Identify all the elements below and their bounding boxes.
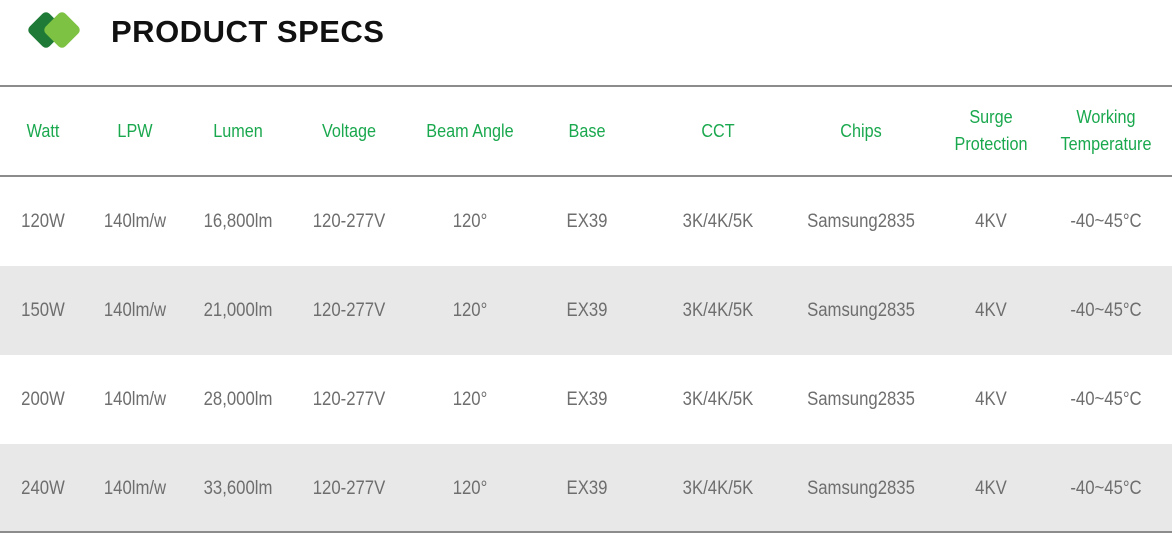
- table-cell-lumen: 28,000lm: [203, 388, 273, 410]
- table-cell-base: EX39: [566, 477, 608, 499]
- table-cell-lumen: 21,000lm: [203, 299, 273, 321]
- table-cell-beam-angle: 120°: [452, 299, 488, 321]
- green-diamond-logo-icon: [28, 12, 80, 48]
- table-cell-working-temperature: -40~45°C: [1070, 388, 1142, 410]
- table-cell-watt: 240W: [21, 477, 65, 499]
- table-cell-chips: Samsung2835: [807, 477, 915, 499]
- column-header-chips: Chips: [840, 120, 882, 141]
- page-title: PRODUCT SPECS: [111, 14, 385, 49]
- table-cell-beam-angle: 120°: [452, 210, 488, 232]
- column-header-beam-angle: Beam Angle: [426, 120, 514, 141]
- column-header-lumen: Lumen: [213, 120, 263, 141]
- table-cell-watt: 150W: [21, 299, 65, 321]
- table-cell-lumen: 33,600lm: [203, 477, 273, 499]
- column-header-base: Base: [568, 120, 606, 141]
- table-cell-cct: 3K/4K/5K: [682, 299, 754, 321]
- table-cell-cct: 3K/4K/5K: [682, 210, 754, 232]
- table-row: 200W 140lm/w 28,000lm 120-277V 120° EX39…: [0, 355, 1172, 444]
- table-cell-lpw: 140lm/w: [103, 299, 167, 321]
- table-cell-voltage: 120-277V: [312, 299, 386, 321]
- table-cell-cct: 3K/4K/5K: [682, 477, 754, 499]
- table-cell-lumen: 16,800lm: [203, 210, 273, 232]
- table-cell-base: EX39: [566, 299, 608, 321]
- table-cell-surge-protection: 4KV: [975, 477, 1007, 499]
- table-row: 120W 140lm/w 16,800lm 120-277V 120° EX39…: [0, 177, 1172, 266]
- column-header-watt: Watt: [26, 120, 60, 141]
- table-cell-surge-protection: 4KV: [975, 299, 1007, 321]
- table-cell-chips: Samsung2835: [807, 299, 915, 321]
- table-cell-watt: 200W: [21, 388, 65, 410]
- table-cell-surge-protection: 4KV: [975, 388, 1007, 410]
- column-header-lpw: LPW: [117, 120, 153, 141]
- table-cell-working-temperature: -40~45°C: [1070, 210, 1142, 232]
- table-cell-chips: Samsung2835: [807, 388, 915, 410]
- table-cell-chips: Samsung2835: [807, 210, 915, 232]
- table-cell-voltage: 120-277V: [312, 210, 386, 232]
- page-header: PRODUCT SPECS: [0, 0, 1172, 86]
- table-cell-lpw: 140lm/w: [103, 210, 167, 232]
- table-bottom-rule: [0, 531, 1172, 533]
- table-cell-working-temperature: -40~45°C: [1070, 299, 1142, 321]
- table-cell-beam-angle: 120°: [452, 477, 488, 499]
- table-cell-lpw: 140lm/w: [103, 477, 167, 499]
- table-header-row: Watt LPW Lumen Voltage Beam Angle Base C…: [0, 87, 1172, 175]
- table-row: 150W 140lm/w 21,000lm 120-277V 120° EX39…: [0, 266, 1172, 355]
- table-cell-surge-protection: 4KV: [975, 210, 1007, 232]
- table-cell-voltage: 120-277V: [312, 388, 386, 410]
- column-header-surge-protection: Surge Protection: [954, 107, 1028, 154]
- table-row: 240W 140lm/w 33,600lm 120-277V 120° EX39…: [0, 444, 1172, 533]
- table-cell-voltage: 120-277V: [312, 477, 386, 499]
- table-cell-lpw: 140lm/w: [103, 388, 167, 410]
- table-cell-watt: 120W: [21, 210, 65, 232]
- table-cell-cct: 3K/4K/5K: [682, 388, 754, 410]
- table-cell-base: EX39: [566, 388, 608, 410]
- column-header-voltage: Voltage: [321, 120, 377, 141]
- column-header-cct: CCT: [701, 120, 735, 141]
- header-divider-rule: [0, 175, 1172, 177]
- column-header-working-temperature: Working Temperature: [1060, 107, 1152, 154]
- table-cell-beam-angle: 120°: [452, 388, 488, 410]
- table-cell-base: EX39: [566, 210, 608, 232]
- table-cell-working-temperature: -40~45°C: [1070, 477, 1142, 499]
